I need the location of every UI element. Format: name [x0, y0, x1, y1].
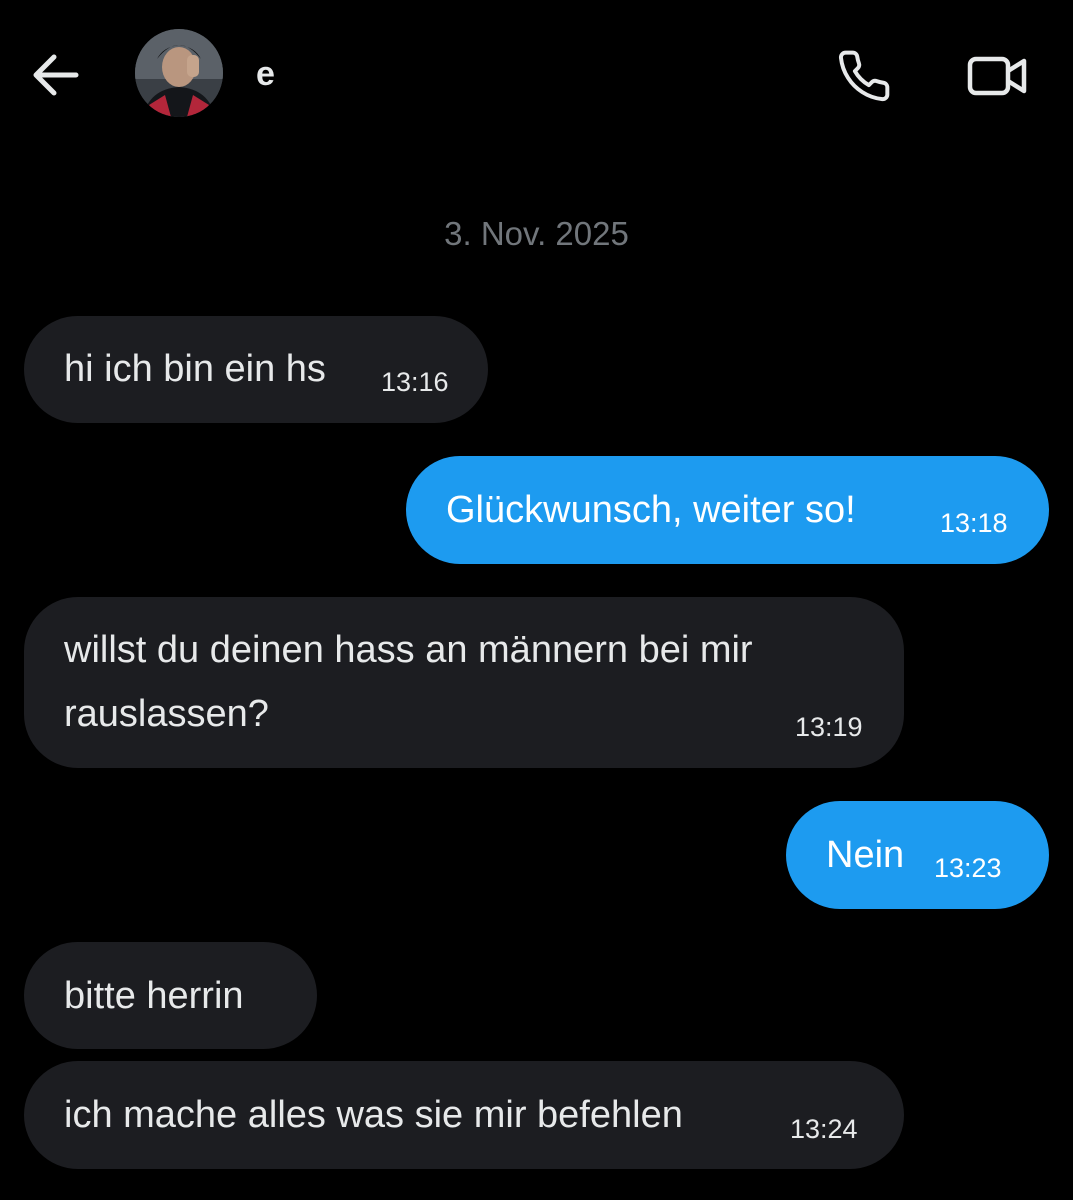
- message-text-line-1: willst du deinen hass an männern bei mir: [64, 629, 753, 671]
- conversation-header: e: [0, 0, 1073, 150]
- video-camera-icon: [967, 56, 1027, 96]
- message-bubble-incoming[interactable]: bitte herrin: [24, 942, 317, 1049]
- message-time: 13:23: [934, 853, 1002, 883]
- message-text: hi ich bin ein hs: [64, 348, 326, 390]
- arrow-left-icon: [33, 54, 79, 96]
- message-text-line-2: rauslassen?: [64, 693, 269, 735]
- message-time: 13:16: [381, 367, 449, 397]
- back-button[interactable]: [28, 48, 82, 102]
- message-time: 13:18: [940, 508, 1008, 538]
- message-text: bitte herrin: [64, 975, 244, 1017]
- avatar[interactable]: [135, 29, 223, 117]
- message-bubble-outgoing[interactable]: Glückwunsch, weiter so! 13:18: [406, 456, 1049, 564]
- avatar-image: [135, 29, 223, 117]
- message-text: Nein: [826, 834, 905, 876]
- message-text: ich mache alles was sie mir befehlen: [64, 1094, 683, 1136]
- message-time: 13:19: [795, 712, 863, 742]
- video-call-button[interactable]: [962, 44, 1032, 108]
- message-text: Glückwunsch, weiter so!: [446, 489, 856, 531]
- message-bubble-incoming[interactable]: hi ich bin ein hs 13:16: [24, 316, 488, 423]
- contact-name[interactable]: e: [256, 52, 275, 96]
- phone-icon: [838, 50, 890, 102]
- message-bubble-incoming[interactable]: willst du deinen hass an männern bei mir…: [24, 597, 904, 768]
- voice-call-button[interactable]: [832, 44, 896, 108]
- message-bubble-incoming[interactable]: ich mache alles was sie mir befehlen 13:…: [24, 1061, 904, 1169]
- message-time: 13:24: [790, 1114, 858, 1144]
- date-separator: 3. Nov. 2025: [444, 215, 629, 252]
- message-bubble-outgoing[interactable]: Nein 13:23: [786, 801, 1049, 909]
